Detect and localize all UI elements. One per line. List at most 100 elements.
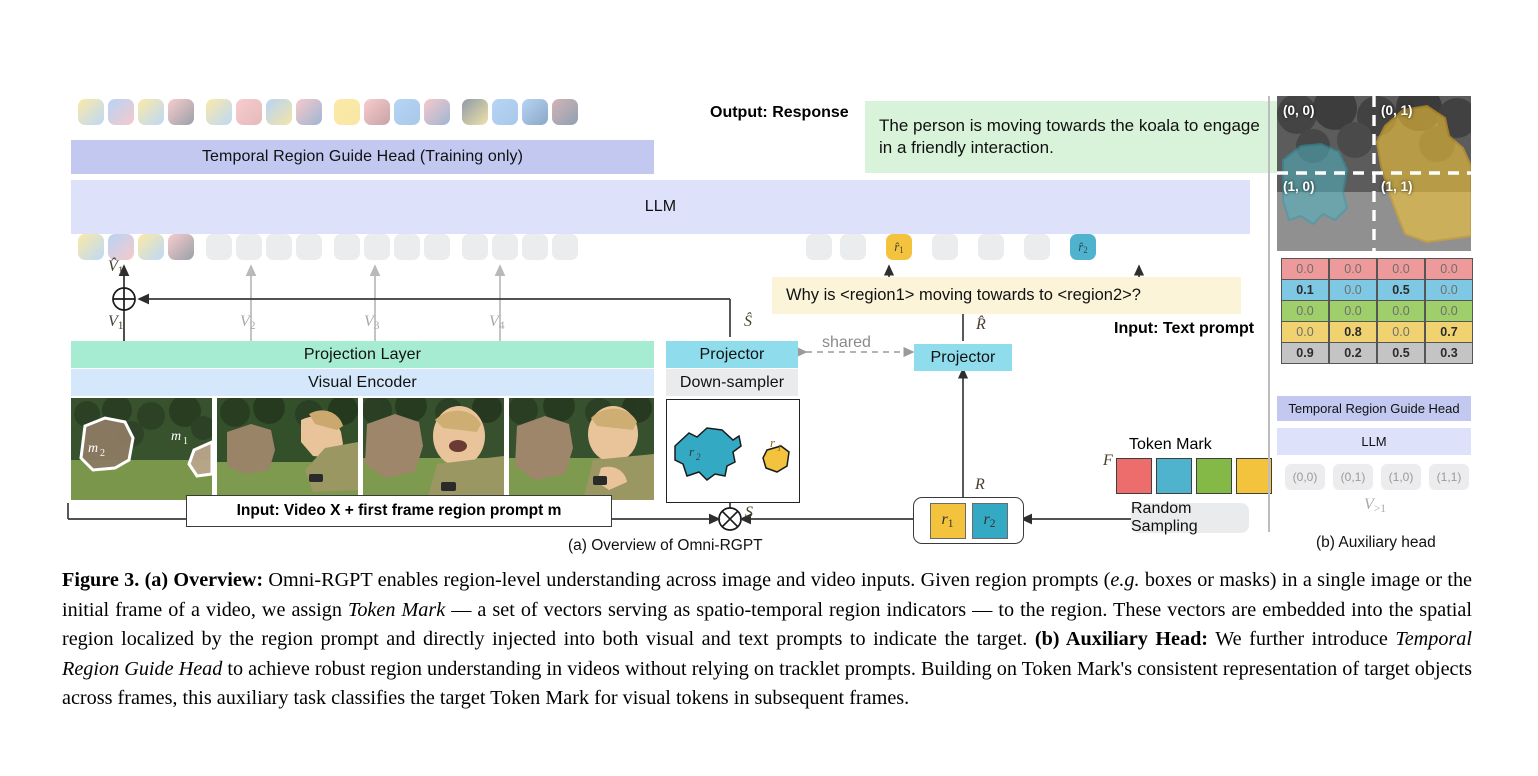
output-token-11 xyxy=(424,99,450,125)
visual-encoder-label: Visual Encoder xyxy=(308,373,417,391)
output-token-8 xyxy=(334,99,360,125)
input-token-3 xyxy=(168,234,194,260)
input-token-8 xyxy=(334,234,360,260)
input-video-label: Input: Video X + first frame region prom… xyxy=(236,502,562,519)
input-video-caption: Input: Video X + first frame region prom… xyxy=(186,495,612,527)
f-label: F xyxy=(1103,452,1113,469)
response-text: The person is moving towards the koala t… xyxy=(879,115,1260,157)
s-label: S xyxy=(745,504,753,521)
video-frame-4 xyxy=(509,398,654,500)
video-frame-2 xyxy=(217,398,358,500)
panel-b-visual-token-3: (1,1) xyxy=(1429,464,1469,490)
subcaption-a: (a) Overview of Omni-RGPT xyxy=(568,537,763,554)
svg-text:2: 2 xyxy=(696,452,701,462)
text-token-5 xyxy=(1024,234,1050,260)
quadrant-label-0-0: (0, 0) xyxy=(1283,103,1315,118)
matrix-cell-1-3: 0.0 xyxy=(1426,280,1472,301)
matrix-cell-2-1: 0.0 xyxy=(1330,301,1376,322)
matrix-cell-0-1: 0.0 xyxy=(1330,259,1376,280)
llm-bar[interactable]: LLM xyxy=(71,180,1250,234)
svg-text:1: 1 xyxy=(183,436,188,447)
panel-b-temporal-region-guide-head[interactable]: Temporal Region Guide Head xyxy=(1277,396,1471,421)
input-token-5 xyxy=(236,234,262,260)
region-chip-r2[interactable]: r2 xyxy=(971,502,1008,539)
input-token-13 xyxy=(492,234,518,260)
svg-text:2: 2 xyxy=(100,448,105,459)
output-token-1 xyxy=(108,99,134,125)
text-token-1 xyxy=(840,234,866,260)
shared-label: shared xyxy=(822,334,871,351)
projection-layer-bar[interactable]: Projection Layer xyxy=(71,341,654,368)
panel-divider xyxy=(1268,96,1270,532)
projector-left[interactable]: Projector xyxy=(666,341,798,368)
matrix-cell-3-1: 0.8 xyxy=(1330,322,1376,343)
matrix-cell-2-2: 0.0 xyxy=(1378,301,1424,322)
output-token-row xyxy=(78,99,582,125)
v1-label: V1 xyxy=(108,313,124,332)
text-token-row: r̂1 r̂2 xyxy=(806,234,1100,260)
input-token-1 xyxy=(108,234,134,260)
output-token-15 xyxy=(552,99,578,125)
matrix-cell-0-3: 0.0 xyxy=(1426,259,1472,280)
text-prompt-box[interactable]: Why is <region1> moving towards to <regi… xyxy=(772,277,1241,314)
matrix-cell-2-0: 0.0 xyxy=(1282,301,1328,322)
v-gt1-label: V>1 xyxy=(1364,496,1387,515)
matrix-cell-3-0: 0.0 xyxy=(1282,322,1328,343)
region-chip-r1[interactable]: r1 xyxy=(929,502,966,539)
text-token-2: r̂1 xyxy=(886,234,912,260)
matrix-column-1: 0.0 0.0 0.0 0.8 0.2 xyxy=(1329,258,1377,364)
text-prompt-text: Why is <region1> moving towards to <regi… xyxy=(786,286,1141,304)
text-token-6: r̂2 xyxy=(1070,234,1096,260)
token-mark-label: Token Mark xyxy=(1129,436,1212,453)
panel-b-llm-label: LLM xyxy=(1361,434,1387,449)
token-mark-chip-3[interactable] xyxy=(1236,458,1272,494)
panel-b-llm[interactable]: LLM xyxy=(1277,428,1471,455)
output-response-label: Output: Response xyxy=(710,104,849,121)
text-token-3 xyxy=(932,234,958,260)
projector-right-label: Projector xyxy=(930,348,996,366)
output-token-3 xyxy=(168,99,194,125)
input-token-row xyxy=(78,234,582,260)
matrix-cell-4-3: 0.3 xyxy=(1426,343,1472,363)
token-mark-row xyxy=(1116,458,1276,494)
output-token-13 xyxy=(492,99,518,125)
random-sampling-button[interactable]: Random Sampling xyxy=(1131,500,1249,535)
figure-caption: Figure 3. (a) Overview: Omni-RGPT enable… xyxy=(62,566,1472,714)
llm-label: LLM xyxy=(644,198,677,215)
projector-right[interactable]: Projector xyxy=(914,344,1012,371)
panel-b-visual-token-0: (0,0) xyxy=(1285,464,1325,490)
subcaption-b: (b) Auxiliary head xyxy=(1316,534,1436,551)
region-chip-r1-label: r1 xyxy=(941,511,954,530)
down-sampler[interactable]: Down-sampler xyxy=(666,369,798,396)
matrix-cell-1-0: 0.1 xyxy=(1282,280,1328,301)
region-chips-box[interactable]: r1 r2 xyxy=(913,497,1024,544)
quadrant-label-0-1: (0, 1) xyxy=(1381,103,1413,118)
video-frame-1: m 2 m 1 xyxy=(71,398,212,500)
quadrant-label-1-0: (1, 0) xyxy=(1283,179,1315,194)
r-label: R xyxy=(975,476,985,493)
input-token-7 xyxy=(296,234,322,260)
token-mark-chip-1[interactable] xyxy=(1156,458,1192,494)
token-mark-chip-2[interactable] xyxy=(1196,458,1232,494)
matrix-cell-1-2: 0.5 xyxy=(1378,280,1424,301)
temporal-region-guide-head-label: Temporal Region Guide Head (Training onl… xyxy=(201,148,524,165)
r-hat-label: R̂ xyxy=(976,316,986,333)
input-token-15 xyxy=(552,234,578,260)
matrix-cell-3-3: 0.7 xyxy=(1426,322,1472,343)
visual-encoder-bar[interactable]: Visual Encoder xyxy=(71,369,654,396)
input-token-14 xyxy=(522,234,548,260)
v3-label: V3 xyxy=(364,313,380,332)
temporal-region-guide-head-bar[interactable]: Temporal Region Guide Head (Training onl… xyxy=(71,140,654,174)
projection-layer-label: Projection Layer xyxy=(303,345,422,363)
projector-left-label: Projector xyxy=(699,345,765,363)
token-mark-chip-0[interactable] xyxy=(1116,458,1152,494)
mask-visualization-box: r 2 r 1 xyxy=(666,399,800,503)
s-hat-label: Ŝ xyxy=(744,313,752,330)
matrix-cell-0-0: 0.0 xyxy=(1282,259,1328,280)
v4-label: V4 xyxy=(489,313,505,332)
quadrant-label-1-1: (1, 1) xyxy=(1381,179,1413,194)
auxiliary-head-image xyxy=(1277,96,1471,251)
response-box: The person is moving towards the koala t… xyxy=(865,101,1278,173)
matrix-cell-3-2: 0.0 xyxy=(1378,322,1424,343)
output-token-14 xyxy=(522,99,548,125)
